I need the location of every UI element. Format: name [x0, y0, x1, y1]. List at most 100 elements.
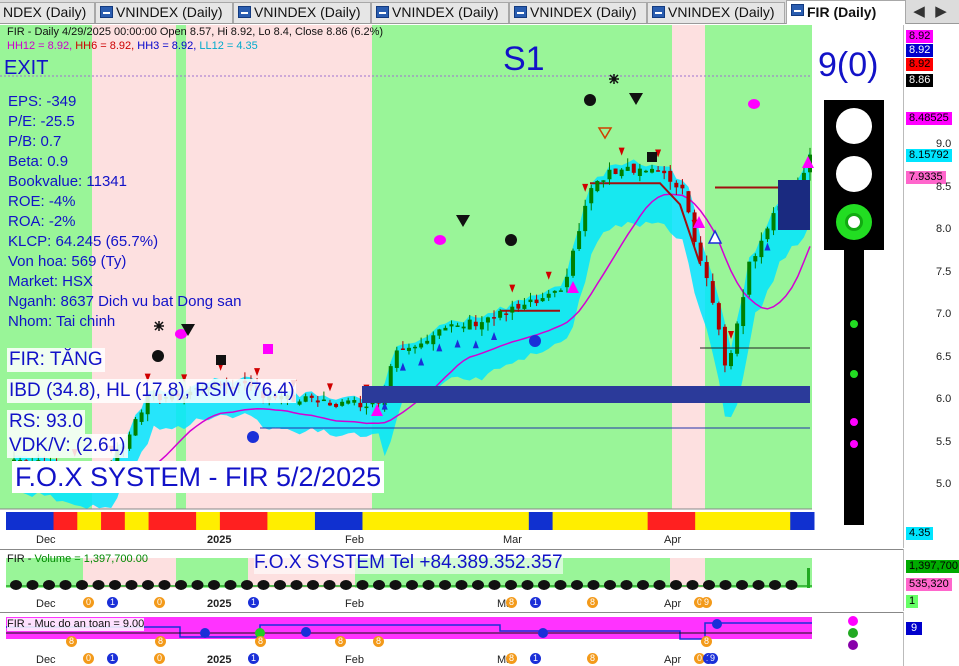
price-right-label-2: 8.92 [906, 58, 934, 71]
volume-dot [587, 580, 600, 590]
safety-legend-dot [848, 616, 858, 626]
tab-ndex-daily[interactable]: NDEX (Daily) [0, 2, 95, 23]
candle [467, 319, 472, 330]
volume-dot [224, 580, 237, 590]
tab-vnindex-daily-3[interactable]: VNINDEX (Daily) [371, 2, 509, 23]
candle [741, 297, 746, 327]
candle [656, 170, 661, 172]
signal-strip-cell [6, 512, 31, 530]
candle [722, 326, 727, 366]
candle [546, 293, 551, 298]
price-right-label-0: 8.92 [906, 30, 934, 43]
volume-badge-8: 9 [701, 597, 712, 608]
signal-strip-cell [362, 512, 387, 530]
signal-strip-cell [766, 512, 791, 530]
signal-strip-cell [695, 512, 720, 530]
tab-vnindex-daily-4[interactable]: VNINDEX (Daily) [509, 2, 647, 23]
volume-right-margin [812, 550, 903, 611]
price-right-label-3: 8.86 [906, 74, 934, 87]
safety-scale[interactable] [903, 612, 959, 666]
price-tick-3: 7.5 [936, 265, 952, 278]
candle [710, 281, 715, 303]
signal-dot-icon [748, 99, 760, 109]
fundamental-7: KLCP: 64.245 (65.7%) [8, 233, 159, 250]
volume-dot [158, 580, 171, 590]
safety-date-1: 2025 [207, 654, 232, 666]
brand-label: F.O.X SYSTEM - FIR 5/2/2025 [12, 461, 385, 493]
candle [394, 350, 399, 368]
tab-vnindex-daily-2[interactable]: VNINDEX (Daily) [233, 2, 371, 23]
candle [674, 182, 679, 188]
volume-dot [76, 580, 88, 590]
safety-dot [301, 627, 311, 637]
candle [346, 400, 351, 404]
volume-right-label-1: 535,320 [906, 578, 952, 591]
marker-square-icon [647, 152, 657, 162]
safety-date-2: Feb [345, 654, 364, 666]
candle [607, 169, 612, 180]
tab-vnindex-daily-5[interactable]: VNINDEX (Daily) [647, 2, 785, 23]
candle [334, 403, 339, 407]
chart-icon [514, 6, 527, 18]
fundamental-10: Nganh: 8637 Dich vu bat Dong san [8, 293, 242, 310]
signal-strip-cell [481, 512, 506, 530]
price-tick-7: 5.5 [936, 435, 952, 448]
safety-date-0: Dec [36, 654, 56, 666]
volume-date-1: 2025 [207, 598, 232, 610]
volume-date-2: Feb [345, 598, 364, 610]
chart-tab-bar: NDEX (Daily) VNINDEX (Daily) VNINDEX (Da… [0, 0, 959, 24]
volume-dot [43, 580, 55, 590]
safety-badge-2: 8 [255, 636, 266, 647]
tab-scroll-right-icon[interactable]: ▶ [932, 3, 950, 21]
candle [303, 396, 308, 402]
target-zone-block [778, 180, 810, 230]
price-tick-8: 5.0 [936, 478, 952, 490]
volume-badge-2: 0 [154, 597, 165, 608]
price-tick-4: 7.0 [936, 308, 952, 320]
price-header: FIR - Daily 4/29/2025 00:00:00 Open 8.57… [7, 26, 384, 38]
marker-square-pink-icon [263, 344, 273, 354]
signal-strip-cell [219, 512, 245, 530]
fundamental-2: P/B: 0.7 [8, 133, 62, 150]
one-badge-icon [247, 431, 259, 443]
signal-strip-cell [148, 512, 173, 530]
candle [643, 170, 648, 173]
hh12-value: HH12 = 8.92, [7, 40, 76, 52]
safety-right-label: 9 [906, 622, 923, 635]
price-tick-6: 6.0 [936, 393, 952, 405]
safety-badge-3: 8 [335, 636, 346, 647]
volume-dot [422, 580, 435, 590]
fundamental-9: Market: HSX [8, 273, 94, 290]
fundamental-11: Nhom: Tai chinh [8, 313, 116, 330]
signal-strip-cell [433, 512, 459, 530]
candle [601, 180, 606, 182]
signal-strip-cell [623, 512, 649, 530]
candle [631, 163, 636, 173]
volume-dot [736, 580, 748, 590]
candle [522, 304, 527, 309]
volume-zone-3 [200, 558, 248, 588]
price-scale[interactable] [903, 25, 959, 548]
signal-strip-cell [196, 512, 221, 530]
safety-date-4: Apr [664, 654, 682, 666]
signal-strip-cell [267, 512, 292, 530]
rs-label: RS: 93.0 [7, 410, 85, 434]
volume-dot [26, 580, 39, 590]
candle [735, 323, 740, 354]
candle [510, 306, 515, 313]
zero-badge-icon [584, 94, 596, 106]
candle [485, 317, 490, 323]
contact-label: F.O.X SYSTEM Tel +84.389.352.357 [254, 552, 563, 574]
tab-scroll-left-icon[interactable]: ◀ [910, 3, 928, 21]
volume-dot [571, 580, 583, 590]
price-right-label-4: 8.48525 [906, 112, 952, 125]
price-right-label-5: 8.15792 [906, 149, 952, 162]
volume-dot [356, 580, 369, 590]
candle [753, 256, 758, 262]
volume-dot [389, 580, 402, 590]
volume-dot [752, 580, 765, 590]
amibroker-window: NDEX (Daily) VNINDEX (Daily) VNINDEX (Da… [0, 0, 959, 666]
fundamental-0: EPS: -349 [8, 93, 77, 110]
tab-vnindex-daily-1[interactable]: VNINDEX (Daily) [95, 2, 233, 23]
tab-fir-daily[interactable]: FIR (Daily) [786, 0, 906, 24]
